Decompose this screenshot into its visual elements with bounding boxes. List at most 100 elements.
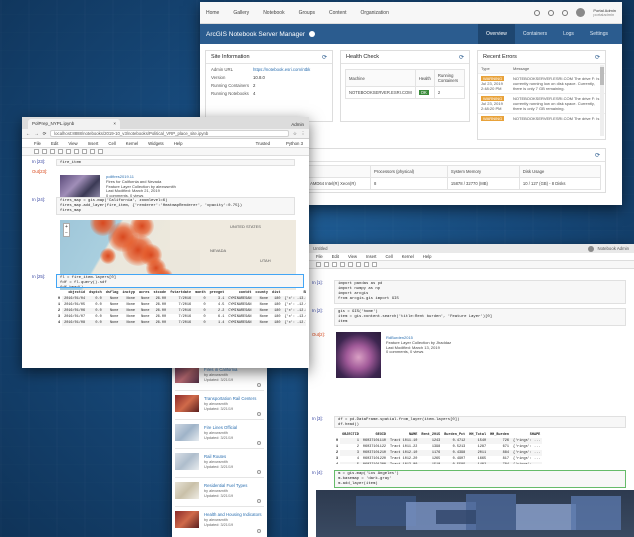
menu-insert[interactable]: Insert: [366, 254, 376, 259]
cell-code[interactable]: fl = fire_item.layers[0] fdf = fl.query(…: [56, 274, 304, 288]
list-item[interactable]: Rail Routes by alexwsmith Updated: 3/21/1…: [175, 451, 264, 478]
cell-code[interactable]: fires_map = gis.map('California', zoomle…: [56, 197, 295, 215]
choropleth-map[interactable]: [316, 490, 634, 537]
stop-icon[interactable]: [98, 149, 103, 154]
notifications-icon[interactable]: [548, 9, 555, 16]
code-cell[interactable]: In [2]: gis = GIS('home') item = gis.con…: [312, 308, 626, 326]
item-title[interactable]: Health and Housing Indicators: [204, 512, 262, 517]
nav-groups[interactable]: Groups: [299, 10, 315, 16]
list-item[interactable]: Fires in California by alexwsmith Updated…: [175, 364, 264, 391]
nav-organization[interactable]: Organization: [361, 10, 389, 16]
info-icon[interactable]: [257, 499, 261, 503]
stop-icon[interactable]: [364, 262, 369, 267]
list-item[interactable]: Health and Housing Indicators by alexwsm…: [175, 509, 264, 536]
nav-notebook[interactable]: Notebook: [263, 10, 284, 16]
nav-gallery[interactable]: Gallery: [233, 10, 249, 16]
item-title[interactable]: Transportation Rail Centers: [204, 396, 256, 401]
item-title[interactable]: Residential Fuel Types: [204, 483, 247, 488]
help-icon[interactable]: [309, 31, 315, 37]
code-cell[interactable]: In [3]: df = pd.DataFrame.spatial.from_l…: [312, 416, 626, 428]
browser-tab[interactable]: PolPrep_NYPL.ipynb ×: [28, 119, 120, 129]
avatar[interactable]: [576, 8, 586, 17]
code-cell[interactable]: In [4]: m = gis.map('Los Angeles') m.bas…: [312, 470, 626, 488]
menu-edit[interactable]: Edit: [51, 141, 58, 146]
apps-grid-icon[interactable]: [562, 9, 569, 16]
nav-content[interactable]: Content: [329, 10, 347, 16]
menu-file[interactable]: File: [34, 141, 41, 146]
nav-home[interactable]: Home: [206, 10, 219, 16]
item-title[interactable]: Fire Lines Official: [204, 425, 237, 430]
info-icon[interactable]: [257, 470, 261, 474]
copy-icon[interactable]: [58, 149, 63, 154]
user-name[interactable]: Notebook Admin: [597, 246, 629, 251]
restart-icon[interactable]: [372, 262, 377, 267]
refresh-icon[interactable]: ⟳: [459, 54, 464, 61]
url-input[interactable]: localhost:8888/notebooks/2019-10_v3/note…: [50, 130, 289, 137]
code-cell[interactable]: In [1]: import pandas as pd import numpy…: [312, 280, 626, 304]
star-icon[interactable]: ☆: [293, 131, 297, 137]
cut-icon[interactable]: [50, 149, 55, 154]
refresh-icon[interactable]: ⟳: [322, 54, 327, 61]
info-icon[interactable]: [257, 412, 261, 416]
info-icon[interactable]: [257, 441, 261, 445]
browser-menu-icon[interactable]: ⋮: [301, 131, 305, 137]
back-icon[interactable]: ←: [26, 131, 30, 136]
run-icon[interactable]: [90, 149, 95, 154]
tab-overview[interactable]: Overview: [478, 24, 515, 44]
refresh-icon[interactable]: ⟳: [595, 152, 600, 159]
info-icon[interactable]: [257, 529, 261, 533]
cell-code[interactable]: df = pd.DataFrame.spatial.from_layer(ite…: [334, 416, 626, 428]
menu-cell[interactable]: Cell: [108, 141, 115, 146]
menu-help[interactable]: Help: [423, 254, 432, 259]
menu-edit[interactable]: Edit: [332, 254, 339, 259]
menu-view[interactable]: View: [348, 254, 357, 259]
move-up-icon[interactable]: [74, 149, 79, 154]
cell-code[interactable]: gis = GIS('home') item = gis.content.sea…: [334, 308, 626, 326]
menu-kernel[interactable]: Kernel: [402, 254, 414, 259]
copy-icon[interactable]: [340, 262, 345, 267]
menu-cell[interactable]: Cell: [385, 254, 392, 259]
menu-help[interactable]: Help: [174, 141, 183, 146]
save-icon[interactable]: [34, 149, 39, 154]
admin-url-link[interactable]: https://notebook.esri.com/ntbk: [253, 67, 310, 72]
close-icon[interactable]: ×: [113, 121, 116, 127]
menu-insert[interactable]: Insert: [88, 141, 99, 146]
cell-code[interactable]: import pandas as pd import numpy as np i…: [334, 280, 626, 304]
cell-code[interactable]: m = gis.map('Los Angeles') m.basemap = '…: [334, 470, 626, 488]
cut-icon[interactable]: [332, 262, 337, 267]
search-icon[interactable]: [534, 9, 541, 16]
list-item[interactable]: Fire Lines Official by alexwsmith Updated…: [175, 422, 264, 449]
menu-view[interactable]: View: [68, 141, 77, 146]
tab-logs[interactable]: Logs: [555, 24, 582, 44]
menu-widgets[interactable]: Widgets: [148, 141, 164, 146]
code-cell[interactable]: In [24]: fires_map = gis.map('California…: [32, 197, 295, 215]
paste-icon[interactable]: [66, 149, 71, 154]
info-icon[interactable]: [257, 383, 261, 387]
menu-file[interactable]: File: [316, 254, 323, 259]
paste-icon[interactable]: [348, 262, 353, 267]
refresh-icon[interactable]: ⟳: [595, 54, 600, 61]
forward-icon[interactable]: →: [34, 131, 38, 136]
trusted-indicator[interactable]: Trusted: [256, 141, 276, 146]
tab-settings[interactable]: Settings: [582, 24, 616, 44]
code-cell[interactable]: In [23]: fire_item: [32, 159, 295, 166]
run-icon[interactable]: [356, 262, 361, 267]
code-cell[interactable]: In [25]: fl = fire_item.layers[0] fdf = …: [32, 274, 304, 288]
notebook-title[interactable]: Untitled: [313, 246, 328, 251]
table-row: NOTEBOOKSERVER.ESRI.COM OK 2: [345, 86, 466, 99]
list-item[interactable]: Residential Fuel Types by alexwsmith Upda…: [175, 480, 264, 507]
add-cell-icon[interactable]: [324, 262, 329, 267]
add-cell-icon[interactable]: [42, 149, 47, 154]
list-item[interactable]: Transportation Rail Centers by alexwsmit…: [175, 393, 264, 420]
save-icon[interactable]: [316, 262, 321, 267]
user-menu[interactable]: Portal Admin portaladmin: [593, 8, 616, 17]
zoom-controls[interactable]: + −: [63, 223, 70, 237]
tab-containers[interactable]: Containers: [515, 24, 555, 44]
scrollbar[interactable]: [600, 65, 604, 136]
reload-icon[interactable]: ⟳: [43, 131, 47, 137]
avatar[interactable]: [588, 245, 595, 252]
item-title[interactable]: Rail Routes: [204, 454, 226, 459]
cell-code[interactable]: fire_item: [56, 159, 295, 166]
move-down-icon[interactable]: [82, 149, 87, 154]
menu-kernel[interactable]: Kernel: [126, 141, 138, 146]
